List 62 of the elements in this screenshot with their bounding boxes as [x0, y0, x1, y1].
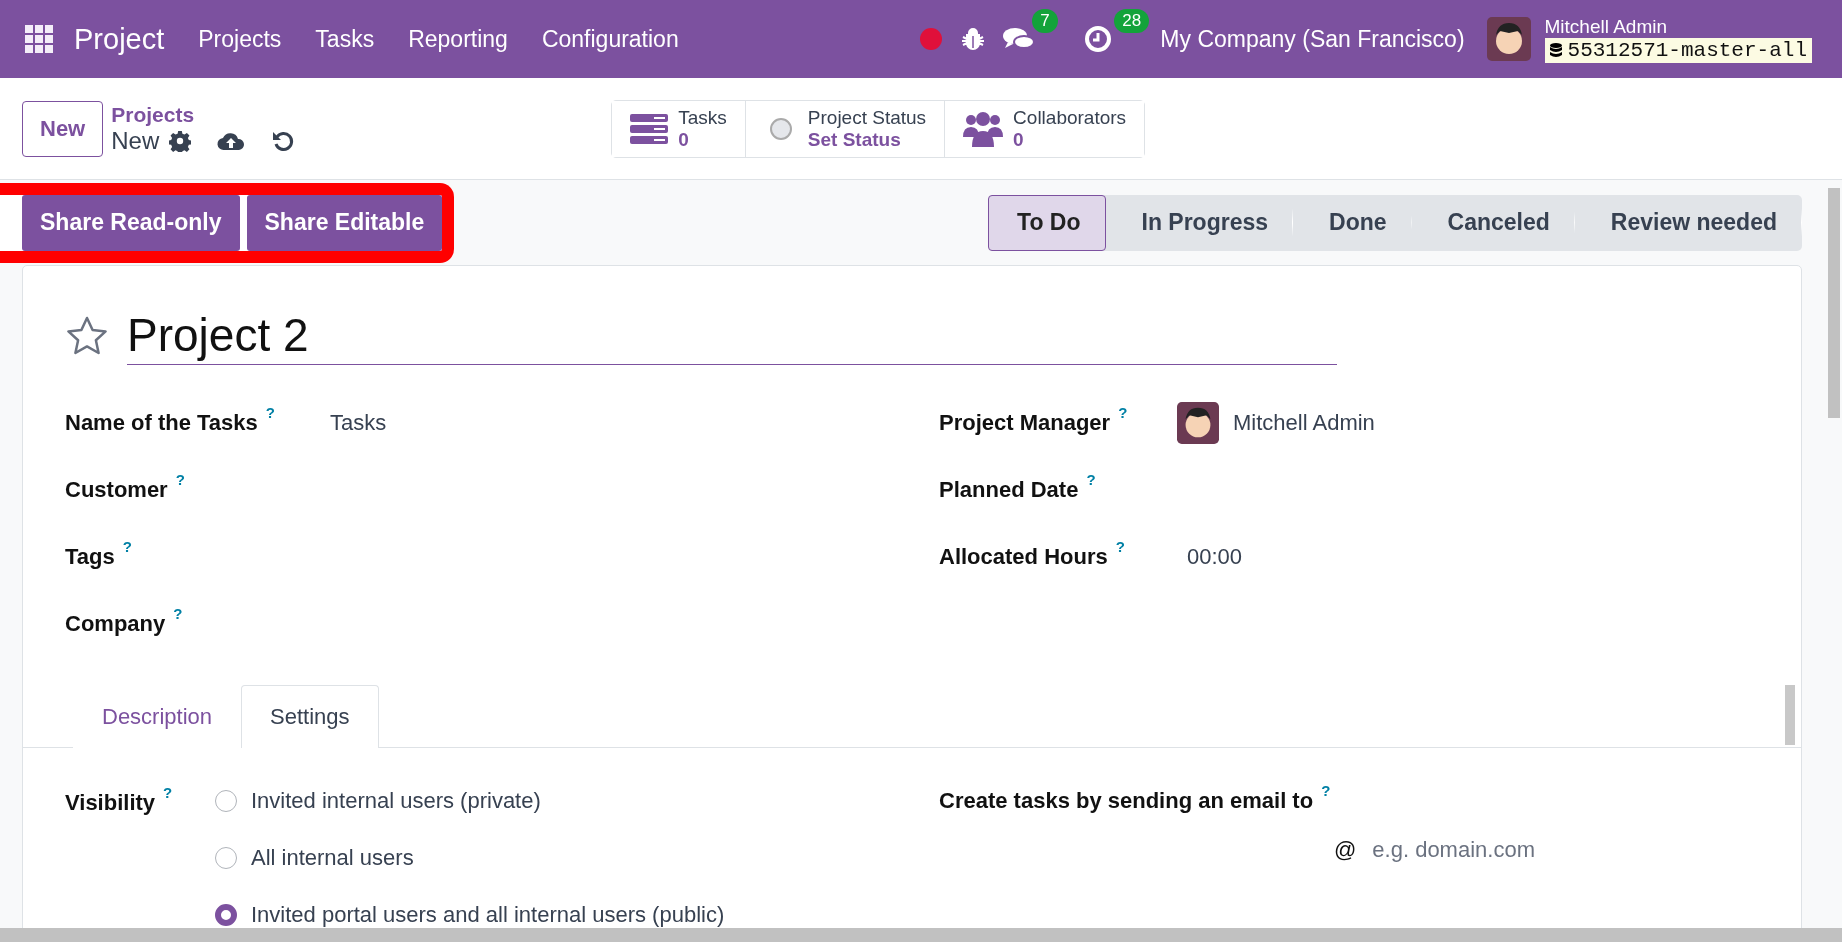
field-label: Customer [65, 476, 168, 503]
apps-menu-icon[interactable] [24, 24, 54, 54]
scrollbar[interactable] [1785, 685, 1795, 745]
activity-count-badge: 28 [1114, 9, 1150, 33]
help-tooltip[interactable]: ? [163, 784, 173, 801]
tasks-icon [630, 112, 669, 145]
help-tooltip[interactable]: ? [1115, 537, 1125, 555]
tab[interactable]: Settings [241, 685, 379, 748]
field-label: Allocated Hours [939, 543, 1108, 570]
avatar-icon [1177, 401, 1219, 444]
radio-label[interactable]: Invited portal users and all internal users (public) [251, 902, 725, 928]
menu-item[interactable]: Reporting [408, 25, 508, 53]
field-label: Visibility [65, 790, 156, 816]
radio-label[interactable]: All internal users [251, 845, 414, 871]
message-count-badge: 7 [1032, 9, 1058, 33]
stage-button[interactable]: To Do [988, 194, 1106, 251]
stage-button[interactable]: Canceled [1411, 194, 1575, 251]
field-value[interactable]: Tasks [330, 409, 387, 436]
scrollbar[interactable] [0, 928, 1842, 942]
help-tooltip[interactable]: ? [1118, 403, 1128, 421]
field-label: Project Manager [939, 409, 1111, 436]
company-switcher[interactable]: My Company (San Francisco) [1160, 25, 1465, 53]
menu-item[interactable]: Configuration [541, 25, 679, 53]
help-tooltip[interactable]: ? [1321, 782, 1331, 799]
radio-label[interactable]: Invited internal users (private) [251, 788, 541, 814]
people-icon [963, 110, 1004, 147]
field-label: Planned Date [939, 476, 1079, 503]
menu-item[interactable]: Tasks [315, 25, 375, 53]
share-button[interactable]: Share Editable [246, 194, 443, 251]
field-value[interactable]: Mitchell Admin [1233, 409, 1375, 436]
new-button[interactable]: New [22, 100, 104, 157]
field-label: Name of the Tasks [65, 409, 258, 436]
help-tooltip[interactable]: ? [265, 403, 275, 421]
breadcrumb-link[interactable]: Projects [111, 102, 612, 127]
title-field[interactable]: Project 2 [127, 306, 1337, 365]
clock-icon[interactable] [1084, 25, 1113, 53]
field-label: Create tasks by sending an email to [939, 788, 1314, 814]
field-label: Tags [65, 543, 115, 570]
field-value[interactable]: 00:00 [1187, 543, 1243, 570]
bug-icon[interactable] [962, 27, 985, 51]
help-tooltip[interactable]: ? [1086, 470, 1096, 488]
gear-icon[interactable] [169, 129, 192, 152]
status-circle-icon [769, 117, 792, 140]
stage-button[interactable]: In Progress [1105, 194, 1294, 251]
stage-button[interactable]: Review needed [1574, 194, 1802, 251]
help-tooltip[interactable]: ? [122, 537, 132, 555]
smart-button[interactable]: Tasks 0 [612, 100, 746, 157]
avatar-icon[interactable] [1486, 17, 1531, 61]
field-label: Company [65, 610, 166, 637]
user-name[interactable]: Mitchell Admin [1544, 15, 1812, 38]
help-tooltip[interactable]: ? [175, 470, 185, 488]
stage-button[interactable]: Done [1293, 194, 1412, 251]
star-icon[interactable] [65, 314, 109, 357]
database-name: 55312571-master-all [1567, 38, 1807, 62]
menu-item[interactable]: Projects [198, 25, 282, 53]
help-tooltip[interactable]: ? [173, 604, 183, 622]
share-button[interactable]: Share Read-only [22, 194, 240, 251]
app-name: Project [74, 22, 165, 56]
at-sign: @ [1334, 837, 1357, 863]
breadcrumb-current: New [111, 126, 160, 155]
scrollbar[interactable] [1828, 188, 1840, 418]
database-icon [1549, 43, 1562, 57]
